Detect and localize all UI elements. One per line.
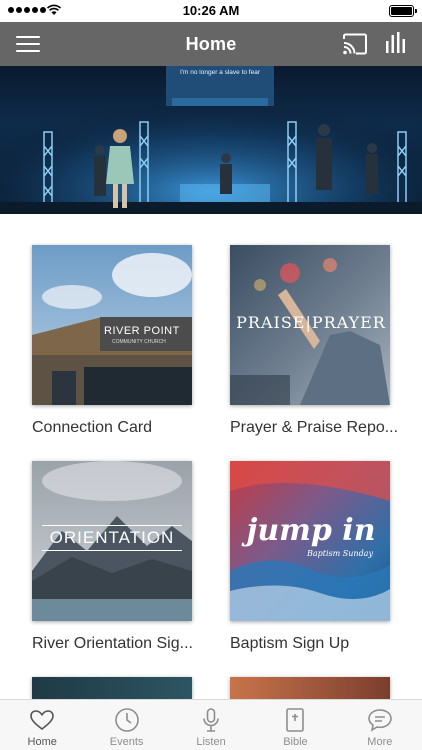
river-orientation-label: River Orientation Sig... xyxy=(32,635,193,652)
orientation-overlay-text: ORIENTATION xyxy=(42,525,182,551)
tab-listen-label: Listen xyxy=(196,736,226,748)
status-time: 10:26 AM xyxy=(182,3,240,18)
praise-prayer-overlay-text: PRAISE|PRAYER xyxy=(236,313,386,332)
next-row-tile-left[interactable] xyxy=(32,677,192,699)
tab-more[interactable]: More xyxy=(338,700,422,750)
cast-icon[interactable] xyxy=(342,33,368,55)
tab-events[interactable]: Events xyxy=(84,700,168,750)
connection-card-label: Connection Card xyxy=(32,419,153,436)
navigation-bar: Home xyxy=(0,22,422,66)
bar-chart-icon[interactable] xyxy=(384,31,408,55)
hero-banner-image: I'm no longer a slave to fear xyxy=(0,66,422,214)
hero-screen-lyrics: I'm no longer a slave to fear xyxy=(179,69,260,76)
status-bar: 10:26 AM xyxy=(0,0,422,22)
church-sign-subtext: COMMUNITY CHURCH xyxy=(112,339,166,345)
tab-listen[interactable]: Listen xyxy=(169,700,253,750)
tab-home-label: Home xyxy=(27,736,57,748)
clock-icon xyxy=(114,708,139,732)
connection-card-image: RIVER POINT COMMUNITY CHURCH xyxy=(32,245,192,405)
baptism-sunday-subtext: Baptism Sunday xyxy=(307,549,373,558)
heart-icon xyxy=(30,710,55,731)
bottom-tab-bar: Home Events Listen Bible More xyxy=(0,699,422,750)
tab-events-label: Events xyxy=(109,736,144,748)
tab-more-label: More xyxy=(367,736,393,748)
connection-card-tile[interactable]: RIVER POINT COMMUNITY CHURCH Connection … xyxy=(32,245,192,437)
river-orientation-tile[interactable]: ORIENTATION River Orientation Sig... xyxy=(32,461,193,653)
baptism-signup-label: Baptism Sign Up xyxy=(230,635,350,652)
book-icon xyxy=(286,708,305,732)
baptism-signup-tile[interactable]: jump in Baptism Sunday Baptism Sign Up xyxy=(230,461,390,653)
church-sign-text: RIVER POINT xyxy=(104,325,180,337)
next-row-tile-right[interactable] xyxy=(230,677,390,699)
prayer-praise-image: PRAISE|PRAYER xyxy=(230,245,390,405)
baptism-image: jump in Baptism Sunday xyxy=(230,461,390,621)
prayer-praise-tile[interactable]: PRAISE|PRAYER Prayer & Praise Repo... xyxy=(230,245,398,437)
river-orientation-image: ORIENTATION xyxy=(32,461,192,621)
microphone-icon xyxy=(203,708,219,732)
jump-in-overlay-text: jump in xyxy=(246,513,376,548)
prayer-praise-label: Prayer & Praise Repo... xyxy=(230,419,399,436)
battery-icon xyxy=(389,5,417,17)
tab-bible[interactable]: Bible xyxy=(253,700,337,750)
tab-home[interactable]: Home xyxy=(0,700,84,750)
tab-bible-label: Bible xyxy=(283,736,308,748)
chat-bubble-icon xyxy=(368,709,392,732)
